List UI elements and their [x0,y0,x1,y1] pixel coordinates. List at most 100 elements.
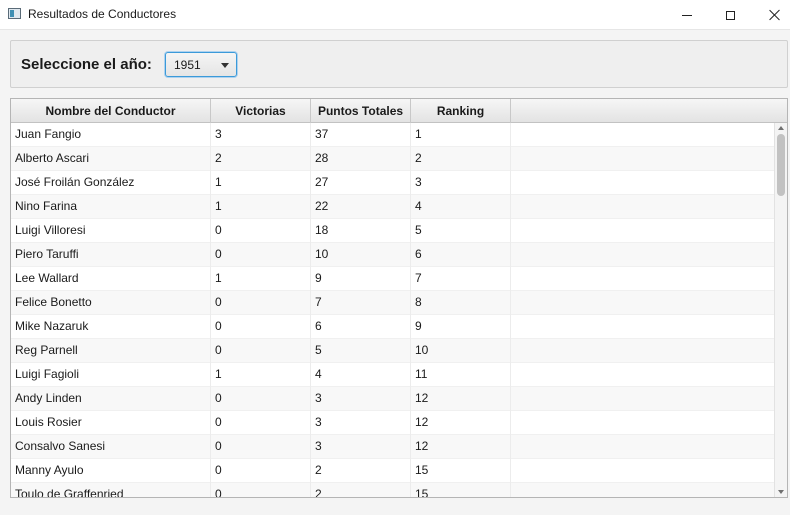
cell-ranking: 8 [411,291,511,315]
cell-total-points: 4 [311,363,411,387]
cell-wins: 0 [211,435,311,459]
cell-total-points: 22 [311,195,411,219]
cell-wins: 0 [211,387,311,411]
cell-wins: 0 [211,243,311,267]
cell-ranking: 6 [411,243,511,267]
column-header-driver-name[interactable]: Nombre del Conductor [11,99,211,123]
cell-driver-name: Luigi Fagioli [11,363,211,387]
cell-driver-name: José Froilán González [11,171,211,195]
cell-ranking: 11 [411,363,511,387]
cell-total-points: 37 [311,123,411,147]
cell-wins: 0 [211,339,311,363]
close-icon [769,9,781,21]
title-bar: Resultados de Conductores [0,0,790,30]
cell-ranking: 7 [411,267,511,291]
cell-filler [511,291,774,315]
cell-ranking: 9 [411,315,511,339]
window-title: Resultados de Conductores [28,7,177,21]
cell-driver-name: Andy Linden [11,387,211,411]
cell-ranking: 12 [411,435,511,459]
cell-filler [511,411,774,435]
cell-ranking: 12 [411,387,511,411]
minimize-button[interactable] [664,0,710,30]
cell-driver-name: Luigi Villoresi [11,219,211,243]
cell-driver-name: Toulo de Graffenried [11,483,211,497]
table-header: Nombre del Conductor Victorias Puntos To… [11,99,787,123]
cell-wins: 0 [211,459,311,483]
cell-wins: 1 [211,171,311,195]
column-header-total-points[interactable]: Puntos Totales [311,99,411,123]
table-row[interactable]: Toulo de Graffenried 0 2 15 [11,483,774,497]
cell-wins: 0 [211,315,311,339]
cell-total-points: 2 [311,483,411,497]
cell-filler [511,243,774,267]
year-label: Seleccione el año: [21,56,152,73]
table-row[interactable]: Manny Ayulo 0 2 15 [11,459,774,483]
cell-filler [511,459,774,483]
cell-wins: 1 [211,195,311,219]
close-button[interactable] [752,0,790,30]
cell-filler [511,363,774,387]
cell-driver-name: Felice Bonetto [11,291,211,315]
cell-ranking: 10 [411,339,511,363]
table-row[interactable]: Juan Fangio 3 37 1 [11,123,774,147]
cell-total-points: 5 [311,339,411,363]
year-dropdown[interactable]: 1951 [165,52,237,77]
cell-filler [511,387,774,411]
scrollbar-thumb[interactable] [777,134,785,196]
cell-total-points: 7 [311,291,411,315]
table-row[interactable]: José Froilán González 1 27 3 [11,171,774,195]
table-row[interactable]: Luigi Fagioli 1 4 11 [11,363,774,387]
table-row[interactable]: Nino Farina 1 22 4 [11,195,774,219]
table-row[interactable]: Alberto Ascari 2 28 2 [11,147,774,171]
cell-total-points: 3 [311,411,411,435]
year-dropdown-value: 1951 [174,58,201,72]
cell-filler [511,315,774,339]
cell-driver-name: Lee Wallard [11,267,211,291]
cell-filler [511,339,774,363]
cell-total-points: 6 [311,315,411,339]
cell-driver-name: Louis Rosier [11,411,211,435]
table-row[interactable]: Felice Bonetto 0 7 8 [11,291,774,315]
maximize-button[interactable] [707,0,753,30]
cell-ranking: 2 [411,147,511,171]
year-selector-panel: Seleccione el año: 1951 [10,40,788,88]
app-window: Resultados de Conductores Seleccione el … [0,0,790,515]
cell-filler [511,435,774,459]
cell-wins: 3 [211,123,311,147]
table-row[interactable]: Andy Linden 0 3 12 [11,387,774,411]
cell-filler [511,483,774,497]
cell-total-points: 3 [311,435,411,459]
vertical-scrollbar[interactable] [774,123,787,497]
cell-wins: 0 [211,291,311,315]
cell-ranking: 12 [411,411,511,435]
cell-ranking: 3 [411,171,511,195]
cell-total-points: 9 [311,267,411,291]
cell-ranking: 15 [411,459,511,483]
app-icon [8,8,21,19]
cell-filler [511,195,774,219]
cell-total-points: 10 [311,243,411,267]
cell-wins: 0 [211,411,311,435]
cell-driver-name: Manny Ayulo [11,459,211,483]
cell-wins: 0 [211,483,311,497]
table-row[interactable]: Reg Parnell 0 5 10 [11,339,774,363]
scroll-up-arrow-icon[interactable] [778,126,784,130]
scroll-down-arrow-icon[interactable] [778,490,784,494]
cell-ranking: 5 [411,219,511,243]
table-row[interactable]: Mike Nazaruk 0 6 9 [11,315,774,339]
column-header-ranking[interactable]: Ranking [411,99,511,123]
column-header-filler [511,99,787,123]
table-row[interactable]: Piero Taruffi 0 10 6 [11,243,774,267]
cell-driver-name: Nino Farina [11,195,211,219]
table-body: Juan Fangio 3 37 1 Alberto Ascari 2 28 2 José Fr… [11,123,774,497]
cell-ranking: 15 [411,483,511,497]
table-row[interactable]: Consalvo Sanesi 0 3 12 [11,435,774,459]
table-row[interactable]: Louis Rosier 0 3 12 [11,411,774,435]
table-row[interactable]: Lee Wallard 1 9 7 [11,267,774,291]
cell-total-points: 2 [311,459,411,483]
table-row[interactable]: Luigi Villoresi 0 18 5 [11,219,774,243]
cell-ranking: 4 [411,195,511,219]
column-header-wins[interactable]: Victorias [211,99,311,123]
cell-total-points: 28 [311,147,411,171]
